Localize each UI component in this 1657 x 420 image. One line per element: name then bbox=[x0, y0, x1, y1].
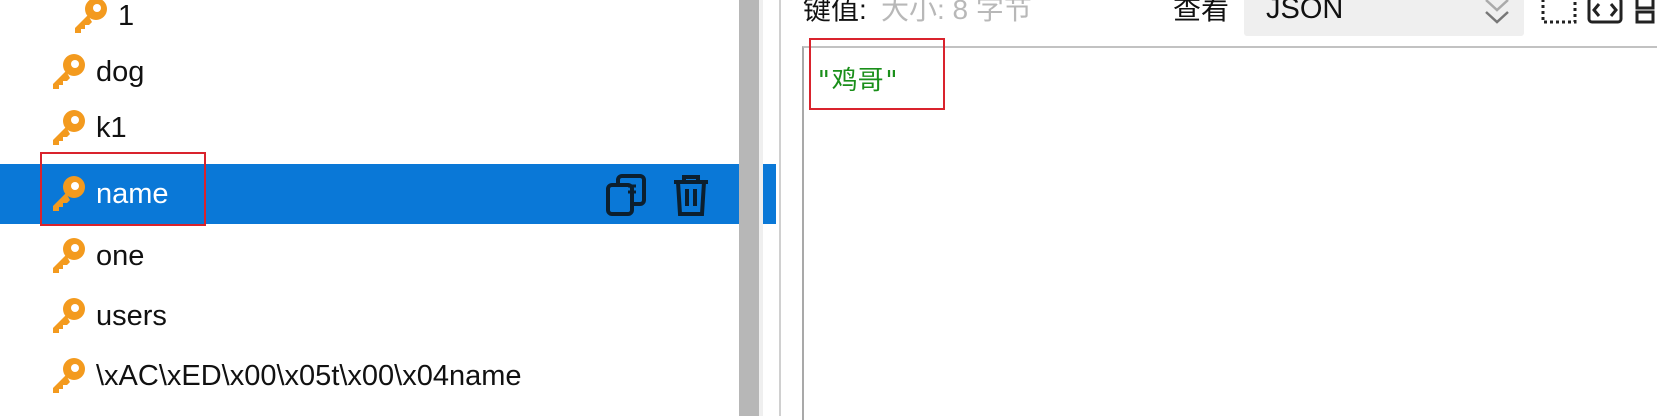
key-icon bbox=[53, 110, 85, 145]
copy-icon bbox=[606, 174, 646, 216]
key-icon bbox=[75, 0, 107, 33]
code-format-icon[interactable] bbox=[1585, 0, 1627, 30]
row-actions bbox=[604, 172, 714, 218]
delete-key-button[interactable] bbox=[668, 172, 714, 218]
format-select[interactable]: JSON bbox=[1244, 0, 1524, 36]
key-tree: 1 dog k1 name one users \xAC\xED\x00\x05… bbox=[0, 0, 776, 416]
key-icon bbox=[53, 54, 85, 89]
tree-item-name[interactable]: name bbox=[0, 164, 776, 224]
tree-item-label: name bbox=[96, 178, 169, 210]
key-icon bbox=[53, 238, 85, 273]
tree-item-label: 1 bbox=[118, 0, 135, 32]
key-icon bbox=[53, 358, 85, 393]
format-select-value: JSON bbox=[1266, 0, 1344, 25]
trash-icon bbox=[674, 175, 708, 216]
copy-key-button[interactable] bbox=[604, 172, 650, 218]
view-label: 查看 bbox=[1173, 0, 1230, 25]
splitter-gap bbox=[759, 0, 763, 416]
select-all-icon[interactable] bbox=[1539, 0, 1581, 30]
tree-item-dog[interactable]: dog bbox=[0, 42, 776, 102]
tree-item-serialized-name[interactable]: \xAC\xED\x00\x05t\x00\x04name bbox=[0, 346, 776, 406]
tree-item-k1[interactable]: k1 bbox=[0, 98, 776, 158]
tree-item-1[interactable]: 1 bbox=[0, 0, 776, 46]
size-label: 大小: 8 字节 bbox=[881, 0, 1032, 25]
chevron-down-icon bbox=[1485, 0, 1509, 24]
key-icon bbox=[53, 298, 85, 333]
value-editor[interactable]: "鸡哥" bbox=[802, 46, 1657, 420]
tree-item-users[interactable]: users bbox=[0, 286, 776, 346]
tree-item-label: k1 bbox=[96, 112, 127, 144]
tree-item-label: dog bbox=[96, 56, 145, 88]
value-toolbar: 键值: 大小: 8 字节 查看 JSON bbox=[781, 0, 1657, 46]
key-icon bbox=[53, 176, 85, 211]
tree-item-one[interactable]: one bbox=[0, 226, 776, 286]
key-value-label: 键值: bbox=[803, 0, 867, 25]
value-text: "鸡哥" bbox=[816, 66, 900, 96]
more-icon[interactable] bbox=[1633, 0, 1657, 30]
pane-splitter[interactable] bbox=[739, 0, 759, 416]
tree-item-label: \xAC\xED\x00\x05t\x00\x04name bbox=[96, 360, 522, 392]
tree-item-label: one bbox=[96, 240, 145, 272]
value-panel: 键值: 大小: 8 字节 查看 JSON "鸡哥" bbox=[781, 0, 1657, 420]
tree-item-label: users bbox=[96, 300, 167, 332]
